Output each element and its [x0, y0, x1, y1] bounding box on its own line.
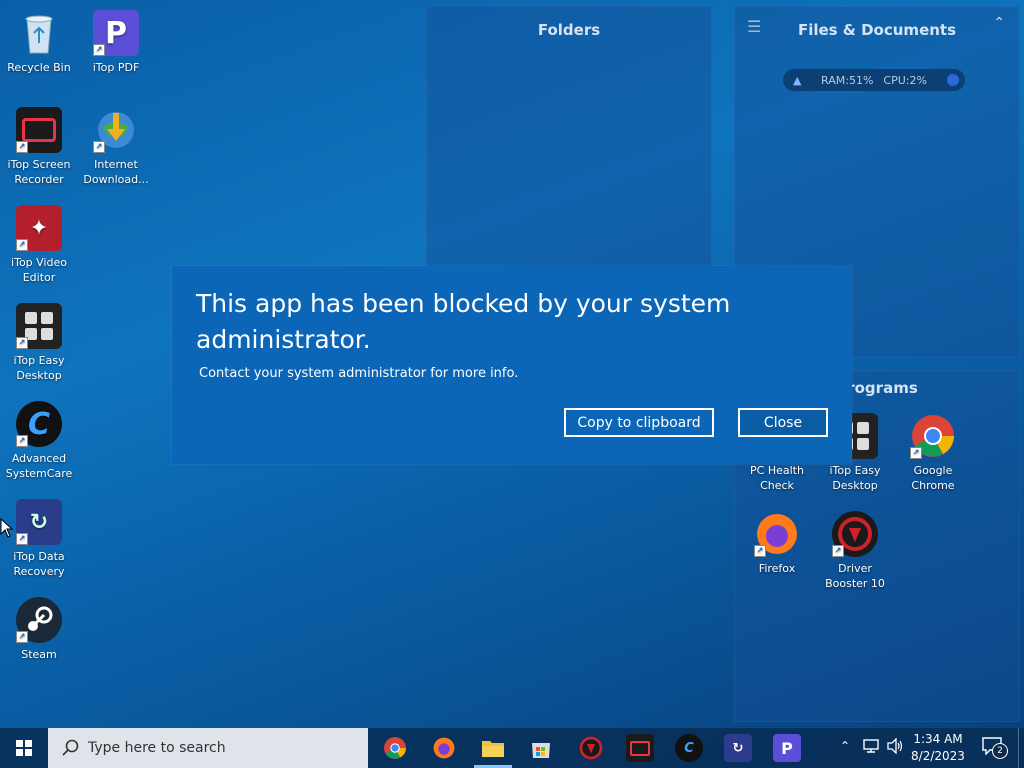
dialog-message: Contact your system administrator for mo…: [199, 366, 519, 381]
taskbar-chrome[interactable]: [381, 734, 409, 762]
chrome-icon: ↗: [910, 413, 956, 459]
start-button[interactable]: [0, 728, 48, 768]
volume-icon[interactable]: [886, 737, 904, 757]
taskbar-advanced-systemcare[interactable]: C: [675, 734, 703, 762]
notification-badge: 2: [992, 743, 1008, 759]
show-hidden-icons[interactable]: ⌃: [840, 739, 850, 753]
rocket-icon: ▲: [793, 73, 802, 87]
windows-logo-icon: [16, 740, 32, 756]
system-monitor: ▲ RAM:51% CPU:2%: [783, 69, 965, 91]
desktop-icon-label: Advanced SystemCare: [5, 452, 73, 480]
desktop-icon-itop-video-editor[interactable]: ✦ ↗ iTop Video Editor: [1, 205, 77, 285]
blocked-app-dialog: This app has been blocked by your system…: [172, 266, 852, 464]
itop-data-recovery-icon: ↻ ↗: [16, 499, 62, 545]
taskbar: Type here to search C ↻ P ⌃ 1:34 AM 8/2/…: [0, 728, 1024, 768]
expand-icon[interactable]: [947, 74, 959, 86]
ram-usage: RAM:51%: [821, 73, 874, 87]
taskbar-microsoft-store[interactable]: [527, 734, 555, 762]
advanced-systemcare-icon: C ↗: [16, 401, 62, 447]
taskbar-driver-booster[interactable]: [577, 734, 605, 762]
program-label: iTop Easy Desktop: [829, 464, 881, 492]
clock-date: 8/2/2023: [911, 749, 965, 763]
taskbar-itop-screen-recorder[interactable]: [626, 734, 654, 762]
chrome-icon: [384, 737, 406, 759]
steam-icon: ↗: [16, 597, 62, 643]
desktop-icon-label: iTop Screen Recorder: [7, 158, 71, 186]
file-explorer-icon: [482, 741, 504, 757]
itop-data-recovery-icon: ↻: [732, 740, 744, 756]
driver-booster-icon: ↗: [832, 511, 878, 557]
taskbar-search[interactable]: Type here to search: [48, 728, 368, 768]
desktop-icon-label: iTop Video Editor: [11, 256, 67, 284]
internet-download-manager-icon: ↗: [93, 107, 139, 153]
program-label: Google Chrome: [911, 464, 955, 492]
desktop-icon-itop-screen-recorder[interactable]: ↗ iTop Screen Recorder: [1, 107, 77, 187]
desktop-icon-label: Internet Download...: [83, 158, 149, 186]
program-google-chrome[interactable]: ↗ Google Chrome: [895, 413, 971, 493]
search-placeholder: Type here to search: [88, 740, 226, 756]
microsoft-store-icon: [532, 743, 550, 758]
desktop-icon-advanced-systemcare[interactable]: C ↗ Advanced SystemCare: [1, 401, 77, 481]
search-icon: [62, 739, 80, 757]
advanced-systemcare-icon: C: [684, 740, 694, 756]
desktop-icon-label: iTop Easy Desktop: [13, 354, 65, 382]
copy-to-clipboard-button[interactable]: Copy to clipboard: [564, 408, 714, 437]
program-firefox[interactable]: ↗ Firefox: [739, 511, 815, 576]
itop-video-editor-icon: ✦ ↗: [16, 205, 62, 251]
taskbar-file-explorer[interactable]: [479, 734, 507, 762]
action-center-button[interactable]: 2: [982, 737, 1008, 759]
itop-screen-recorder-icon: ↗: [16, 107, 62, 153]
chevron-up-icon[interactable]: ⌃: [993, 15, 1005, 31]
desktop-icon-recycle-bin[interactable]: Recycle Bin: [1, 10, 77, 75]
desktop-icon-label: iTop Data Recovery: [13, 550, 65, 578]
files-panel-title: Files & Documents: [797, 21, 957, 39]
dialog-title: This app has been blocked by your system…: [196, 289, 731, 354]
program-label: PC Health Check: [750, 464, 804, 492]
folders-panel: Folders: [426, 6, 712, 268]
desktop-icon-label: Recycle Bin: [7, 61, 71, 74]
desktop-icon-internet-download[interactable]: ↗ Internet Download...: [78, 107, 154, 187]
network-icon[interactable]: [863, 738, 879, 757]
itop-pdf-icon: P ↗: [93, 10, 139, 56]
desktop-icon-steam[interactable]: ↗ Steam: [1, 597, 77, 662]
desktop-icon-label: Steam: [21, 648, 57, 661]
clock-time: 1:34 AM: [913, 732, 963, 746]
firefox-icon: ↗: [754, 511, 800, 557]
firefox-icon: [433, 737, 455, 759]
program-label: Driver Booster 10: [825, 562, 885, 590]
taskbar-itop-pdf[interactable]: P: [773, 734, 801, 762]
desktop-icon-label: iTop PDF: [92, 61, 140, 74]
program-label: Firefox: [758, 562, 796, 575]
mouse-cursor-icon: [0, 517, 14, 542]
itop-pdf-icon: P: [781, 738, 793, 758]
recycle-bin-icon: [16, 10, 62, 56]
desktop-icon-itop-easy-desktop[interactable]: ↗ iTop Easy Desktop: [1, 303, 77, 383]
program-driver-booster[interactable]: ↗ Driver Booster 10: [817, 511, 893, 591]
cpu-usage: CPU:2%: [883, 73, 927, 87]
desktop-icon-itop-pdf[interactable]: P ↗ iTop PDF: [78, 10, 154, 75]
close-button[interactable]: Close: [738, 408, 828, 437]
clock[interactable]: 1:34 AM 8/2/2023: [906, 731, 970, 765]
itop-screen-recorder-icon: [630, 740, 650, 756]
itop-easy-desktop-icon: ↗: [16, 303, 62, 349]
taskbar-itop-data-recovery[interactable]: ↻: [724, 734, 752, 762]
show-desktop-button[interactable]: [1018, 728, 1024, 768]
folders-panel-title: Folders: [537, 21, 601, 39]
taskbar-firefox[interactable]: [430, 734, 458, 762]
driver-booster-icon: [579, 736, 603, 760]
